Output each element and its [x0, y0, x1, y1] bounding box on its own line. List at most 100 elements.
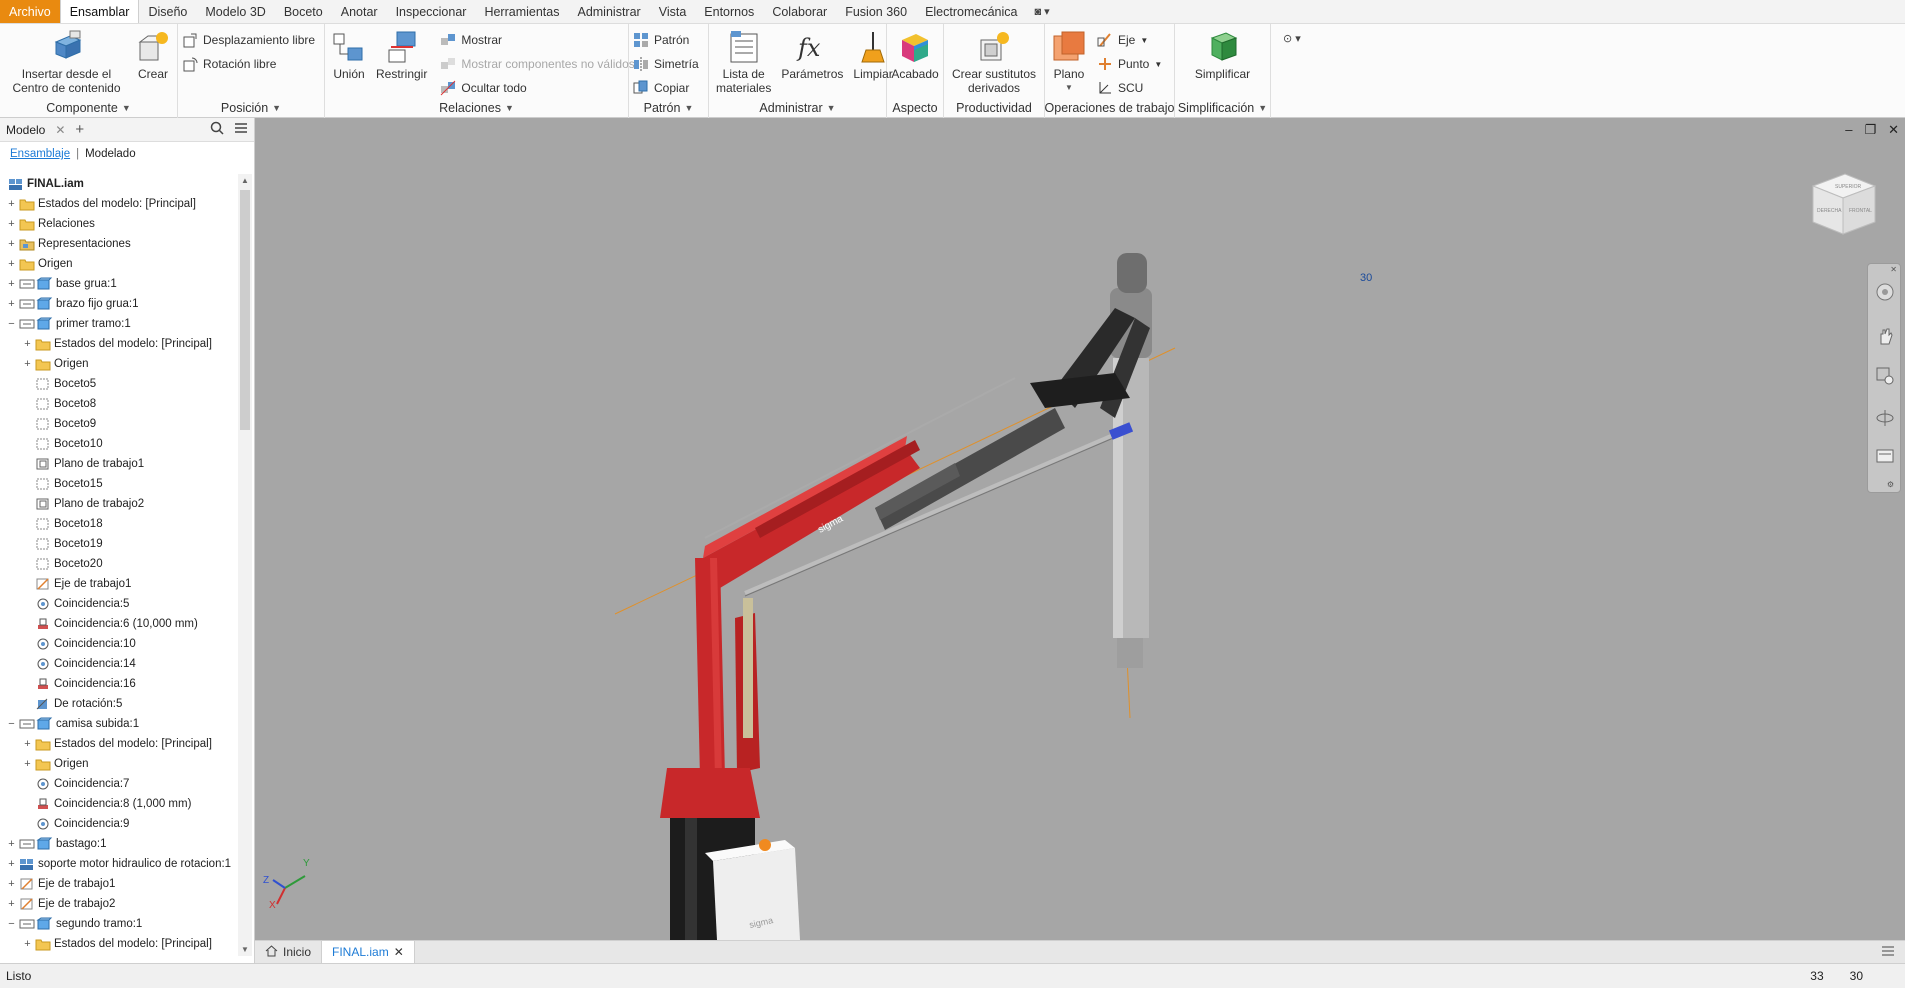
show-invalid-button[interactable]: Mostrar componentes no válidos [440, 54, 635, 74]
tree-item[interactable]: Plano de trabajo2 [0, 494, 237, 514]
tree-item[interactable]: Coincidencia:6 (10,000 mm) [0, 614, 237, 634]
tree-item[interactable]: +Origen [0, 754, 237, 774]
pan-icon[interactable] [1875, 326, 1895, 349]
expand-icon[interactable]: + [6, 838, 17, 850]
tab-close-icon[interactable]: ✕ [394, 945, 404, 959]
menu-tab-8[interactable]: Administrar [568, 0, 649, 23]
browser-title[interactable]: Modelo [6, 123, 45, 137]
finish-button[interactable]: Acabado [888, 28, 941, 81]
menu-tab-13[interactable]: Electromecánica [916, 0, 1026, 23]
menu-tab-12[interactable]: Fusion 360 [836, 0, 916, 23]
browser-close-icon[interactable]: ✕ [55, 123, 65, 137]
orbit-icon[interactable] [1875, 408, 1895, 431]
tree-item[interactable]: − primer tramo:1 [0, 314, 237, 334]
tree-item[interactable]: + Estados del modelo: [Principal] [0, 334, 237, 354]
insert-content-center-button[interactable]: Insertar desde el Centro de contenido [4, 28, 129, 95]
tree-item[interactable]: Coincidencia:16 [0, 674, 237, 694]
tree-item[interactable]: Coincidencia:10 [0, 634, 237, 654]
pattern-button[interactable]: Patrón [633, 30, 699, 50]
scroll-up-icon[interactable]: ▲ [241, 176, 249, 185]
plane-button[interactable]: Plano ▼ [1049, 28, 1089, 95]
tree-item[interactable]: + soporte motor hidraulico de rotacion:1 [0, 854, 237, 874]
tree-item[interactable]: Boceto15 [0, 474, 237, 494]
ribbon-overflow-button[interactable]: ⊙ ▾ [1271, 24, 1311, 117]
tree-item[interactable]: Coincidencia:9 [0, 814, 237, 834]
expand-icon[interactable]: + [6, 858, 17, 870]
tab-ensamblaje[interactable]: Ensamblaje [10, 148, 70, 160]
parameters-button[interactable]: fx Parámetros [778, 28, 846, 81]
tree-item[interactable]: Coincidencia:7 [0, 774, 237, 794]
tree-item[interactable]: Boceto8 [0, 394, 237, 414]
ucs-button[interactable]: SCU [1097, 78, 1162, 98]
constrain-button[interactable]: Restringir [373, 28, 430, 81]
scroll-down-icon[interactable]: ▼ [241, 945, 249, 954]
expand-icon[interactable]: + [22, 938, 33, 950]
tree-item[interactable]: − segundo tramo:1 [0, 914, 237, 934]
free-rotate-button[interactable]: Rotación libre [182, 54, 315, 74]
free-move-button[interactable]: Desplazamiento libre [182, 30, 315, 50]
tree-item[interactable]: Coincidencia:5 [0, 594, 237, 614]
browser-search-icon[interactable] [210, 121, 224, 138]
tree-item[interactable]: + Eje de trabajo1 [0, 874, 237, 894]
browser-menu-icon[interactable] [234, 121, 248, 138]
expand-icon[interactable]: + [22, 758, 33, 770]
bill-of-materials-button[interactable]: Lista de materiales [713, 28, 774, 95]
crane-model[interactable]: sigma sigma 30 Y X Z [255, 118, 1905, 940]
tree-item[interactable]: + Estados del modelo: [Principal] [0, 734, 237, 754]
expand-icon[interactable]: + [22, 338, 33, 350]
tree-item[interactable]: De rotación:5 [0, 694, 237, 714]
panel-label-relaciones[interactable]: Relaciones ▼ [325, 98, 628, 118]
expand-icon[interactable]: + [6, 298, 17, 310]
expand-icon[interactable]: + [22, 738, 33, 750]
tree-item[interactable]: + base grua:1 [0, 274, 237, 294]
menu-tab-6[interactable]: Inspeccionar [387, 0, 476, 23]
menu-tab-2[interactable]: Diseño [139, 0, 196, 23]
expand-icon[interactable]: + [6, 258, 17, 270]
tree-item[interactable]: Boceto20 [0, 554, 237, 574]
browser-scrollbar-thumb[interactable] [240, 190, 250, 430]
expand-icon[interactable]: + [22, 358, 33, 370]
panel-label-componente[interactable]: Componente ▼ [0, 98, 177, 118]
look-at-icon[interactable] [1875, 446, 1895, 469]
menu-tab-0[interactable]: Archivo [0, 0, 60, 23]
tree-item[interactable]: Boceto19 [0, 534, 237, 554]
panel-label-patron[interactable]: Patrón ▼ [629, 98, 708, 118]
menu-tab-5[interactable]: Anotar [332, 0, 387, 23]
simplify-button[interactable]: Simplificar [1192, 28, 1253, 81]
copy-button[interactable]: Copiar [633, 78, 699, 98]
tree-item[interactable]: Eje de trabajo1 [0, 574, 237, 594]
expand-icon[interactable]: + [6, 198, 17, 210]
tree-item[interactable]: Boceto5 [0, 374, 237, 394]
tree-item[interactable]: Boceto18 [0, 514, 237, 534]
axis-button[interactable]: Eje ▼ [1097, 30, 1162, 50]
tree-item[interactable]: Plano de trabajo1 [0, 454, 237, 474]
tree-item[interactable]: +Origen [0, 954, 237, 956]
expand-icon[interactable]: + [6, 218, 17, 230]
steering-wheel-icon[interactable] [1875, 282, 1895, 305]
tab-home[interactable]: Inicio [255, 941, 321, 963]
expand-icon[interactable]: + [6, 238, 17, 250]
expand-icon[interactable]: + [6, 278, 17, 290]
tree-root[interactable]: FINAL.iam [0, 174, 237, 194]
tree-item[interactable]: + Relaciones [0, 214, 237, 234]
collapse-icon[interactable]: − [6, 718, 17, 730]
browser-scrollbar[interactable]: ▲ ▼ [238, 174, 252, 956]
tree-item[interactable]: − camisa subida:1 [0, 714, 237, 734]
joint-button[interactable]: Unión [329, 28, 369, 81]
tab-final-iam[interactable]: FINAL.iam ✕ [321, 941, 415, 963]
tree-item[interactable]: Coincidencia:8 (1,000 mm) [0, 794, 237, 814]
tree-item[interactable]: + Representaciones [0, 234, 237, 254]
menu-tab-10[interactable]: Entornos [695, 0, 763, 23]
point-button[interactable]: Punto ▼ [1097, 54, 1162, 74]
tree-item[interactable]: Boceto9 [0, 414, 237, 434]
tree-item[interactable]: + Eje de trabajo2 [0, 894, 237, 914]
tree-item[interactable]: Coincidencia:14 [0, 654, 237, 674]
menu-tab-3[interactable]: Modelo 3D [196, 0, 274, 23]
tree-item[interactable]: + Estados del modelo: [Principal] [0, 934, 237, 954]
tree-item[interactable]: +Origen [0, 354, 237, 374]
tree-item[interactable]: + brazo fijo grua:1 [0, 294, 237, 314]
tabs-menu-icon[interactable] [1871, 941, 1905, 963]
tree-item[interactable]: +Origen [0, 254, 237, 274]
menu-tab-11[interactable]: Colaborar [763, 0, 836, 23]
tree-item[interactable]: + Estados del modelo: [Principal] [0, 194, 237, 214]
